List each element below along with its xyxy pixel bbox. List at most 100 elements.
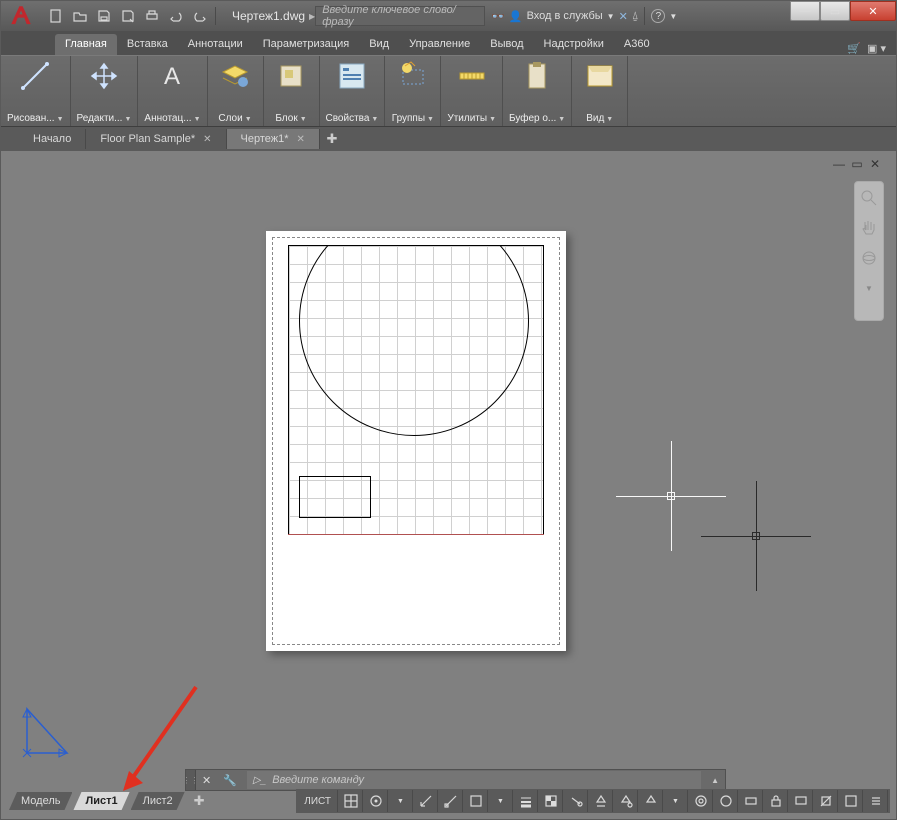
orbit-icon[interactable] — [859, 248, 879, 268]
ribbon-collapse-icon[interactable]: ▣ ▾ — [867, 42, 886, 55]
ribbon-tab-manage[interactable]: Управление — [399, 34, 480, 55]
ribbon-tab-home[interactable]: Главная — [55, 34, 117, 55]
help-chevron-icon[interactable]: ▼ — [669, 12, 677, 21]
line-icon — [19, 60, 51, 92]
navigation-bar[interactable]: ▼ — [854, 181, 884, 321]
status-snap-dd-icon[interactable]: ▼ — [389, 790, 413, 812]
document-window-controls: — ▭ ✕ — [832, 157, 882, 171]
file-tab-add[interactable]: ✚ — [320, 131, 344, 147]
cmdline-close-icon[interactable]: ✕ — [196, 774, 217, 787]
panel-block[interactable]: Блок▼ — [264, 56, 320, 126]
status-annomonitor-icon[interactable] — [714, 790, 738, 812]
featured-apps-icon[interactable]: 🛒 — [847, 42, 861, 55]
layout-tab-model[interactable]: Модель — [9, 792, 72, 810]
signin-area[interactable]: 👓 👤 Вход в службы ▼ ✕ ⍙ ? ▼ — [485, 7, 683, 25]
doc-restore-icon[interactable]: ▭ — [850, 157, 864, 171]
status-qp-icon[interactable] — [564, 790, 588, 812]
layout-tab-sheet1[interactable]: Лист1 — [73, 792, 129, 810]
help-icon[interactable]: ? — [651, 9, 665, 23]
window-controls: — ▭ ✕ — [790, 1, 896, 21]
close-tab-icon[interactable]: ✕ — [297, 134, 305, 145]
panel-annotation[interactable]: A Аннотац...▼ — [138, 56, 207, 126]
zoom-extents-icon[interactable] — [859, 188, 879, 208]
qat-save-icon[interactable] — [93, 5, 115, 27]
status-snap-icon[interactable] — [364, 790, 388, 812]
panel-draw[interactable]: Рисован...▼ — [1, 56, 71, 126]
chevron-down-icon: ▼ — [607, 12, 615, 21]
close-button[interactable]: ✕ — [850, 1, 896, 21]
panel-clipboard[interactable]: Буфер о...▼ — [503, 56, 572, 126]
qat-print-icon[interactable] — [141, 5, 163, 27]
panel-view[interactable]: Вид▼ — [572, 56, 628, 126]
panel-modify[interactable]: Редакти...▼ — [71, 56, 139, 126]
navbar-more-icon[interactable]: ▼ — [859, 278, 879, 298]
status-transparency-icon[interactable] — [539, 790, 563, 812]
command-line[interactable]: ⋮⋮ ✕ 🔧 ▷_ Введите команду ▲ — [185, 769, 726, 791]
file-tab-start[interactable]: Начало — [19, 129, 86, 149]
pan-icon[interactable] — [859, 218, 879, 238]
cmdline-customize-icon[interactable]: 🔧 — [217, 774, 243, 787]
status-ws-icon[interactable] — [689, 790, 713, 812]
status-hardware-icon[interactable] — [789, 790, 813, 812]
panel-properties[interactable]: Свойства▼ — [320, 56, 386, 126]
block-icon — [275, 60, 307, 92]
status-annoscale-icon[interactable] — [589, 790, 613, 812]
doc-close-icon[interactable]: ✕ — [868, 157, 882, 171]
status-autoscale-icon[interactable] — [639, 790, 663, 812]
status-otrack-dd-icon[interactable]: ▼ — [489, 790, 513, 812]
status-annovis-icon[interactable] — [614, 790, 638, 812]
layout-viewport[interactable] — [288, 245, 544, 535]
command-input[interactable]: ▷_ Введите команду — [247, 771, 701, 789]
ribbon-tab-a360[interactable]: A360 — [614, 34, 660, 55]
ribbon-tab-parametric[interactable]: Параметризация — [253, 34, 359, 55]
doc-minimize-icon[interactable]: — — [832, 157, 846, 171]
status-grid-icon[interactable] — [339, 790, 363, 812]
status-otrack-icon[interactable] — [464, 790, 488, 812]
status-lwt-icon[interactable] — [514, 790, 538, 812]
document-title: Чертеж1.dwg — [222, 9, 315, 23]
help-search-input[interactable]: Введите ключевое слово/фразу — [315, 6, 485, 26]
qat-separator — [215, 7, 216, 25]
app-menu-button[interactable] — [1, 1, 41, 31]
ribbon-tab-insert[interactable]: Вставка — [117, 34, 178, 55]
cmdline-grip-icon[interactable]: ⋮⋮ — [186, 770, 196, 790]
cmdline-history-icon[interactable]: ▲ — [705, 776, 725, 785]
minimize-button[interactable]: — — [790, 1, 820, 21]
layout-tab-sheet2[interactable]: Лист2 — [131, 792, 185, 810]
file-tab-floorplan[interactable]: Floor Plan Sample*✕ — [86, 129, 226, 149]
ribbon-tab-view[interactable]: Вид — [359, 34, 399, 55]
status-polar-icon[interactable] — [414, 790, 438, 812]
status-scale-dd-icon[interactable]: ▼ — [664, 790, 688, 812]
panel-utilities[interactable]: Утилиты▼ — [441, 56, 503, 126]
groups-icon — [397, 60, 429, 92]
panel-groups[interactable]: Группы▼ — [385, 56, 441, 126]
ribbon-tab-addins[interactable]: Надстройки — [534, 34, 614, 55]
status-customize-icon[interactable] — [864, 790, 888, 812]
panel-layers[interactable]: Слои▼ — [208, 56, 264, 126]
quick-access-toolbar — [41, 5, 222, 27]
drawing-area[interactable]: — ▭ ✕ ▼ — [1, 151, 896, 819]
close-tab-icon[interactable]: ✕ — [203, 134, 211, 145]
status-osnap-icon[interactable] — [439, 790, 463, 812]
ribbon: Рисован...▼ Редакти...▼ A Аннотац...▼ Сл… — [1, 55, 896, 127]
ribbon-tab-output[interactable]: Вывод — [480, 34, 533, 55]
qat-redo-icon[interactable] — [189, 5, 211, 27]
layout-tab-strip: Модель Лист1 Лист2 ✚ — [9, 791, 213, 811]
ribbon-tab-annotate[interactable]: Аннотации — [178, 34, 253, 55]
qat-new-icon[interactable] — [45, 5, 67, 27]
qat-saveas-icon[interactable] — [117, 5, 139, 27]
status-lock-icon[interactable] — [764, 790, 788, 812]
exchange-icon[interactable]: ✕ — [619, 10, 628, 23]
qat-undo-icon[interactable] — [165, 5, 187, 27]
paper-sheet — [266, 231, 566, 651]
layout-tab-add[interactable]: ✚ — [186, 793, 213, 809]
status-isolate-icon[interactable] — [814, 790, 838, 812]
app-store-icon[interactable]: ⍙ — [632, 10, 639, 23]
status-units-icon[interactable] — [739, 790, 763, 812]
file-tab-drawing1[interactable]: Чертеж1*✕ — [227, 129, 320, 149]
status-clean-icon[interactable] — [839, 790, 863, 812]
qat-open-icon[interactable] — [69, 5, 91, 27]
status-mode-toggle[interactable]: ЛИСТ — [298, 790, 338, 812]
move-icon — [88, 60, 120, 92]
maximize-button[interactable]: ▭ — [820, 1, 850, 21]
